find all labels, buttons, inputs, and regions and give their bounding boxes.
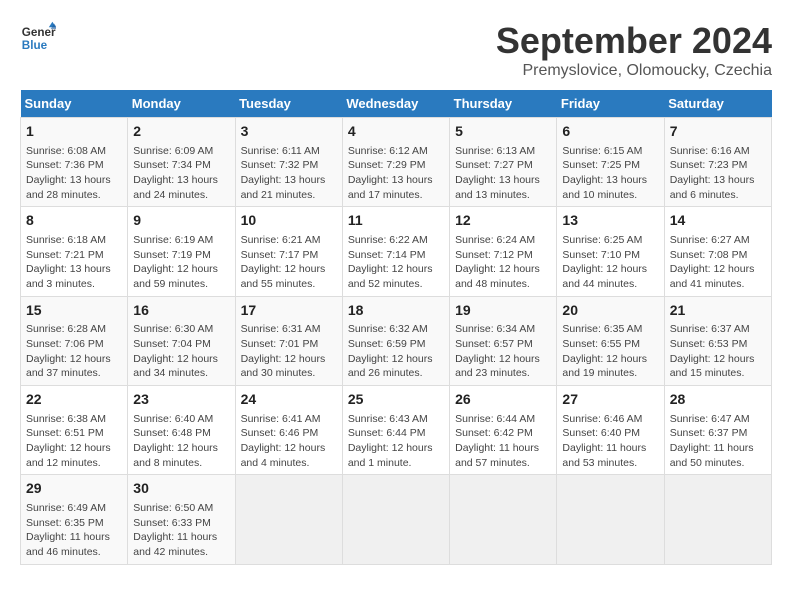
location-subtitle: Premyslovice, Olomoucky, Czechia — [496, 62, 772, 80]
cell-29: 29Sunrise: 6:49 AM Sunset: 6:35 PM Dayli… — [21, 475, 128, 564]
cell-12: 12Sunrise: 6:24 AM Sunset: 7:12 PM Dayli… — [450, 207, 557, 296]
week-row-3: 22Sunrise: 6:38 AM Sunset: 6:51 PM Dayli… — [21, 386, 772, 475]
cell-empty — [664, 475, 771, 564]
logo-icon: General Blue — [20, 20, 56, 56]
calendar-table: SundayMondayTuesdayWednesdayThursdayFrid… — [20, 90, 772, 565]
header-row: SundayMondayTuesdayWednesdayThursdayFrid… — [21, 90, 772, 118]
cell-21: 21Sunrise: 6:37 AM Sunset: 6:53 PM Dayli… — [664, 296, 771, 385]
cell-28: 28Sunrise: 6:47 AM Sunset: 6:37 PM Dayli… — [664, 386, 771, 475]
cell-16: 16Sunrise: 6:30 AM Sunset: 7:04 PM Dayli… — [128, 296, 235, 385]
cell-20: 20Sunrise: 6:35 AM Sunset: 6:55 PM Dayli… — [557, 296, 664, 385]
cell-empty — [557, 475, 664, 564]
cell-27: 27Sunrise: 6:46 AM Sunset: 6:40 PM Dayli… — [557, 386, 664, 475]
cell-19: 19Sunrise: 6:34 AM Sunset: 6:57 PM Dayli… — [450, 296, 557, 385]
cell-13: 13Sunrise: 6:25 AM Sunset: 7:10 PM Dayli… — [557, 207, 664, 296]
cell-7: 7Sunrise: 6:16 AM Sunset: 7:23 PM Daylig… — [664, 118, 771, 207]
col-header-wednesday: Wednesday — [342, 90, 449, 118]
cell-30: 30Sunrise: 6:50 AM Sunset: 6:33 PM Dayli… — [128, 475, 235, 564]
col-header-thursday: Thursday — [450, 90, 557, 118]
col-header-tuesday: Tuesday — [235, 90, 342, 118]
cell-17: 17Sunrise: 6:31 AM Sunset: 7:01 PM Dayli… — [235, 296, 342, 385]
svg-text:General: General — [22, 26, 56, 39]
col-header-friday: Friday — [557, 90, 664, 118]
cell-24: 24Sunrise: 6:41 AM Sunset: 6:46 PM Dayli… — [235, 386, 342, 475]
col-header-saturday: Saturday — [664, 90, 771, 118]
cell-5: 5Sunrise: 6:13 AM Sunset: 7:27 PM Daylig… — [450, 118, 557, 207]
cell-3: 3Sunrise: 6:11 AM Sunset: 7:32 PM Daylig… — [235, 118, 342, 207]
cell-18: 18Sunrise: 6:32 AM Sunset: 6:59 PM Dayli… — [342, 296, 449, 385]
cell-empty — [342, 475, 449, 564]
week-row-1: 8Sunrise: 6:18 AM Sunset: 7:21 PM Daylig… — [21, 207, 772, 296]
title-area: September 2024 Premyslovice, Olomoucky, … — [496, 20, 772, 80]
cell-25: 25Sunrise: 6:43 AM Sunset: 6:44 PM Dayli… — [342, 386, 449, 475]
cell-6: 6Sunrise: 6:15 AM Sunset: 7:25 PM Daylig… — [557, 118, 664, 207]
cell-15: 15Sunrise: 6:28 AM Sunset: 7:06 PM Dayli… — [21, 296, 128, 385]
month-title: September 2024 — [496, 20, 772, 62]
cell-23: 23Sunrise: 6:40 AM Sunset: 6:48 PM Dayli… — [128, 386, 235, 475]
week-row-2: 15Sunrise: 6:28 AM Sunset: 7:06 PM Dayli… — [21, 296, 772, 385]
cell-empty — [235, 475, 342, 564]
cell-8: 8Sunrise: 6:18 AM Sunset: 7:21 PM Daylig… — [21, 207, 128, 296]
page-header: General Blue September 2024 Premyslovice… — [20, 20, 772, 80]
week-row-4: 29Sunrise: 6:49 AM Sunset: 6:35 PM Dayli… — [21, 475, 772, 564]
cell-14: 14Sunrise: 6:27 AM Sunset: 7:08 PM Dayli… — [664, 207, 771, 296]
col-header-monday: Monday — [128, 90, 235, 118]
col-header-sunday: Sunday — [21, 90, 128, 118]
cell-2: 2Sunrise: 6:09 AM Sunset: 7:34 PM Daylig… — [128, 118, 235, 207]
week-row-0: 1Sunrise: 6:08 AM Sunset: 7:36 PM Daylig… — [21, 118, 772, 207]
cell-4: 4Sunrise: 6:12 AM Sunset: 7:29 PM Daylig… — [342, 118, 449, 207]
cell-11: 11Sunrise: 6:22 AM Sunset: 7:14 PM Dayli… — [342, 207, 449, 296]
cell-10: 10Sunrise: 6:21 AM Sunset: 7:17 PM Dayli… — [235, 207, 342, 296]
svg-text:Blue: Blue — [22, 39, 48, 52]
logo: General Blue — [20, 20, 56, 56]
cell-1: 1Sunrise: 6:08 AM Sunset: 7:36 PM Daylig… — [21, 118, 128, 207]
cell-26: 26Sunrise: 6:44 AM Sunset: 6:42 PM Dayli… — [450, 386, 557, 475]
cell-22: 22Sunrise: 6:38 AM Sunset: 6:51 PM Dayli… — [21, 386, 128, 475]
cell-9: 9Sunrise: 6:19 AM Sunset: 7:19 PM Daylig… — [128, 207, 235, 296]
cell-empty — [450, 475, 557, 564]
